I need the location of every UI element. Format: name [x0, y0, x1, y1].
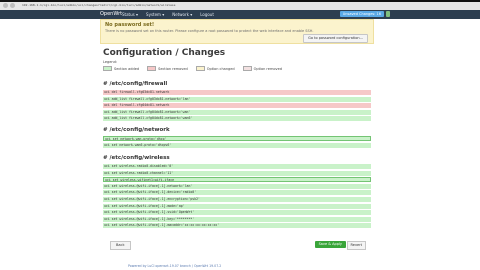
browser-url[interactable]: 192.168.1.1/cgi-bin/luci/admin/uci/chang…	[22, 3, 176, 7]
change-row-added: uci set wireless.@wifi-iface[-1].ssid='O…	[103, 210, 371, 216]
change-row-added: uci set wireless.wifinet1=wifi-iface	[103, 177, 371, 183]
browser-forward-icon[interactable]	[10, 3, 15, 8]
legend-swatch	[242, 66, 252, 71]
change-row-added: uci set wireless.@wifi-iface[-1].macaddr…	[103, 223, 371, 229]
change-row-removed: uci del firewall.cfg04dc81.network	[103, 103, 371, 109]
app-header: OpenWrt Status ▾ System ▾ Network ▾ Logout …	[0, 10, 480, 19]
unsaved-changes-badge[interactable]: Unsaved Changes: 16	[339, 11, 384, 17]
page-title: Configuration / Changes	[103, 48, 226, 58]
brand-logo[interactable]: OpenWrt	[100, 11, 122, 17]
change-row-added: uci set wireless.@wifi-iface[-1].encrypt…	[103, 196, 371, 202]
change-row-added: uci set wireless.@wifi-iface[-1].mode='a…	[103, 203, 371, 209]
change-row-added: uci add_list firewall.cfg04dc81.network=…	[103, 116, 371, 122]
legend-swatch	[103, 66, 112, 71]
section-heading: # /etc/config/wireless	[103, 155, 170, 161]
nav-menu-item[interactable]: Status ▾	[122, 12, 138, 17]
action-bar: Back Save & Apply Revert	[103, 241, 371, 250]
legend-item: Option removed	[242, 66, 282, 71]
legend: Section added Section removed Option chang…	[103, 66, 282, 71]
main-menu: Status ▾ System ▾ Network ▾ Logout	[122, 12, 214, 17]
password-warning-box: No password set! There is no password se…	[100, 19, 374, 44]
legend-item: Section added	[103, 66, 139, 71]
browser-back-icon[interactable]	[3, 3, 8, 8]
legend-label: Option removed	[253, 66, 282, 71]
go-to-password-button[interactable]: Go to password configuration...	[303, 34, 368, 43]
legend-item: Section removed	[147, 66, 188, 71]
legend-swatch	[195, 66, 205, 71]
save-apply-button[interactable]: Save & Apply	[314, 241, 346, 248]
section-heading: # /etc/config/firewall	[103, 81, 168, 87]
back-button[interactable]: Back	[110, 241, 131, 250]
change-row-added: uci set network.wan.proto='dhcp'	[103, 136, 371, 141]
change-row-added: uci set wireless.@wifi-iface[-1].device=…	[103, 190, 371, 196]
legend-label: Option changed	[206, 66, 235, 71]
change-row-added: uci set wireless.@wifi-iface[-1].key='**…	[103, 216, 371, 222]
section-heading: # /etc/config/network	[103, 127, 170, 133]
footer-text[interactable]: Powered by LuCI openwrt-19.07 branch / O…	[128, 264, 221, 268]
nav-menu-item[interactable]: Network ▾	[172, 12, 192, 17]
change-row-added: uci set wireless.radio0.channel='11'	[103, 170, 371, 176]
warning-text: There is no password set on this router.…	[105, 29, 314, 33]
legend-swatch	[147, 66, 157, 71]
refresh-indicator[interactable]	[386, 11, 390, 17]
change-row-added: uci add_list firewall.cfg04dc81.network=…	[103, 109, 371, 115]
change-row-added: uci add_list firewall.cfg03dc81.network=…	[103, 96, 371, 102]
nav-menu-item[interactable]: Logout	[200, 12, 214, 17]
warning-title: No password set!	[105, 22, 155, 28]
config-section: # /etc/config/firewall uci del firewall.c…	[103, 81, 371, 123]
legend-title: Legend:	[103, 60, 118, 64]
change-row-added: uci set wireless.radio0.disabled='0'	[103, 164, 371, 169]
change-row-added: uci set wireless.@wifi-iface[-1].network…	[103, 183, 371, 189]
legend-label: Section added	[114, 66, 140, 71]
config-section: # /etc/config/wireless uci set wireless.r…	[103, 155, 371, 230]
change-row-added: uci set network.wan6.proto='dhcpv6'	[103, 142, 371, 148]
legend-item: Option changed	[195, 66, 235, 71]
change-row-removed: uci del firewall.cfg03dc81.network	[103, 90, 371, 95]
legend-label: Section removed	[158, 66, 188, 71]
nav-menu-item[interactable]: System ▾	[146, 12, 164, 17]
config-section: # /etc/config/network uci set network.wan…	[103, 127, 371, 149]
revert-button[interactable]: Revert	[346, 241, 366, 250]
